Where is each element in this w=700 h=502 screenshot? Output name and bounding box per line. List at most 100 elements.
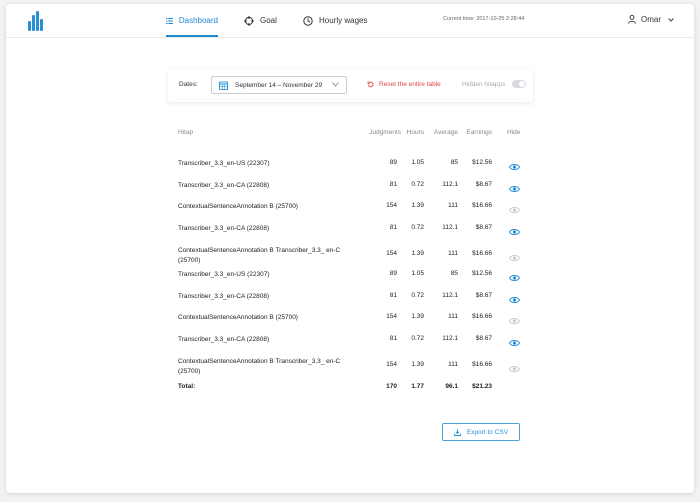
earnings-value: $12.56: [472, 159, 492, 166]
hide-toggle-eye-icon[interactable]: [508, 201, 521, 219]
user-menu[interactable]: Omar: [628, 15, 679, 24]
table-row: ContextualSentenceAnnotation B (25700) 15…: [6, 202, 694, 222]
hitap-name: ContextualSentenceAnnotation B Transcrib…: [178, 247, 341, 264]
earnings-value: $8.67: [475, 292, 492, 299]
total-earnings: $21.23: [472, 383, 492, 390]
user-name: Omar: [641, 15, 661, 24]
date-range-picker[interactable]: September 14 – November 29: [211, 76, 347, 94]
reset-table-button[interactable]: Reset the entire table: [367, 81, 441, 88]
total-hours: 1.77: [411, 383, 424, 390]
average-value: 112.1: [442, 181, 458, 188]
active-tab-indicator: [166, 35, 218, 37]
hours-value: 0.72: [411, 224, 424, 231]
hours-value: 1.39: [411, 313, 424, 320]
table-row: ContextualSentenceAnnotation B (25700) 15…: [6, 313, 694, 333]
hide-toggle-eye-icon[interactable]: [508, 312, 521, 330]
judgments-value: 81: [389, 292, 397, 299]
hidden-hitapps-label: Hidden hitapps: [462, 81, 506, 88]
current-time: Current time: 2017-10-25 2:28:44: [443, 16, 525, 22]
hitap-name: ContextualSentenceAnnotation B (25700): [178, 314, 298, 321]
average-value: 112.1: [442, 335, 458, 342]
export-csv-label: Export to CSV: [466, 428, 509, 436]
hide-toggle-eye-icon[interactable]: [508, 269, 521, 287]
hitap-name: ContextualSentenceAnnotation B Transcrib…: [178, 358, 341, 375]
top-navbar: Dashboard Goal Hourly wages Current time…: [6, 4, 694, 38]
filter-bar: Dates: September 14 – November 29 Reset …: [168, 69, 533, 102]
earnings-value: $12.56: [472, 270, 492, 277]
judgments-value: 154: [386, 361, 397, 368]
hitap-name: Transcriber_3.3_en-US (22307): [178, 160, 270, 167]
average-value: 85: [450, 270, 458, 277]
hide-toggle-eye-icon[interactable]: [508, 158, 521, 176]
nav-goal-label: Goal: [260, 16, 277, 25]
reset-icon: [367, 81, 374, 88]
hitap-name: Transcriber_3.3_en-CA (22808): [178, 225, 270, 232]
header-average: Average: [433, 129, 458, 136]
hitap-name: Transcriber_3.3_en-US (22307): [178, 271, 270, 278]
header-hide: Hide: [507, 129, 521, 136]
calendar-icon: [219, 81, 228, 90]
average-value: 85: [450, 159, 458, 166]
hide-toggle-eye-icon[interactable]: [508, 291, 521, 309]
nav-hourly-wages-label: Hourly wages: [319, 16, 368, 25]
hours-value: 1.05: [411, 270, 424, 277]
toggle-knob: [519, 81, 525, 87]
judgments-value: 81: [389, 181, 397, 188]
average-value: 112.1: [442, 292, 458, 299]
target-icon: [244, 15, 254, 26]
judgments-value: 89: [389, 159, 397, 166]
judgments-value: 89: [389, 270, 397, 277]
export-csv-button[interactable]: Export to CSV: [442, 423, 520, 441]
download-icon: [453, 428, 461, 436]
earnings-value: $8.67: [475, 224, 492, 231]
nav-goal[interactable]: Goal: [244, 4, 277, 37]
app-logo[interactable]: [27, 11, 47, 31]
judgments-value: 154: [386, 202, 397, 209]
hitap-name: Transcriber_3.3_en-CA (22808): [178, 336, 270, 343]
total-average: 96.1: [445, 383, 458, 390]
clock-icon: [303, 15, 313, 26]
average-value: 111: [448, 361, 458, 368]
average-value: 112.1: [442, 224, 458, 231]
reset-table-label: Reset the entire table: [379, 81, 441, 88]
hidden-hitapps-toggle[interactable]: [512, 80, 526, 88]
list-icon: [166, 17, 173, 24]
header-earnings: Earnings: [466, 129, 492, 136]
total-label: Total:: [178, 383, 196, 390]
table-row: Transcriber_3.3_en-CA (22808) 81 0.72 112.1…: [6, 181, 694, 201]
earnings-value: $16.66: [472, 361, 492, 368]
judgments-value: 154: [386, 313, 397, 320]
judgments-value: 81: [389, 224, 397, 231]
date-range-value: September 14 – November 29: [235, 81, 323, 89]
hours-value: 1.39: [411, 250, 424, 257]
earnings-value: $8.67: [475, 335, 492, 342]
app-window: Dashboard Goal Hourly wages Current time…: [6, 4, 694, 493]
table-row: ContextualSentenceAnnotation B Transcrib…: [6, 246, 694, 266]
hours-value: 1.39: [411, 361, 424, 368]
header-hours: Hours: [406, 129, 424, 136]
hide-toggle-eye-icon[interactable]: [508, 360, 521, 378]
hide-toggle-eye-icon[interactable]: [508, 334, 521, 352]
total-judgments: 170: [386, 383, 397, 390]
hitap-name: Transcriber_3.3_en-CA (22808): [178, 182, 270, 189]
nav-dashboard[interactable]: Dashboard: [166, 4, 218, 37]
earnings-value: $8.67: [475, 181, 492, 188]
nav-hourly-wages[interactable]: Hourly wages: [303, 4, 367, 37]
hours-value: 0.72: [411, 292, 424, 299]
earnings-value: $16.66: [472, 313, 492, 320]
hours-value: 0.72: [411, 335, 424, 342]
user-icon: [628, 15, 636, 24]
hide-toggle-eye-icon[interactable]: [508, 180, 521, 198]
hours-value: 0.72: [411, 181, 424, 188]
table-row: Transcriber_3.3_en-CA (22808) 81 0.72 112.1…: [6, 335, 694, 355]
table-row: ContextualSentenceAnnotation B Transcrib…: [6, 357, 694, 377]
header-hitap: Hitap: [178, 129, 194, 136]
average-value: 111: [448, 202, 458, 209]
hours-value: 1.05: [411, 159, 424, 166]
hide-toggle-eye-icon[interactable]: [508, 249, 521, 267]
table-row: Transcriber_3.3_en-US (22307) 89 1.05 85 $12…: [6, 270, 694, 290]
hitap-name: ContextualSentenceAnnotation B (25700): [178, 203, 298, 210]
average-value: 111: [448, 313, 458, 320]
chevron-down-icon: [332, 82, 339, 87]
hide-toggle-eye-icon[interactable]: [508, 223, 521, 241]
